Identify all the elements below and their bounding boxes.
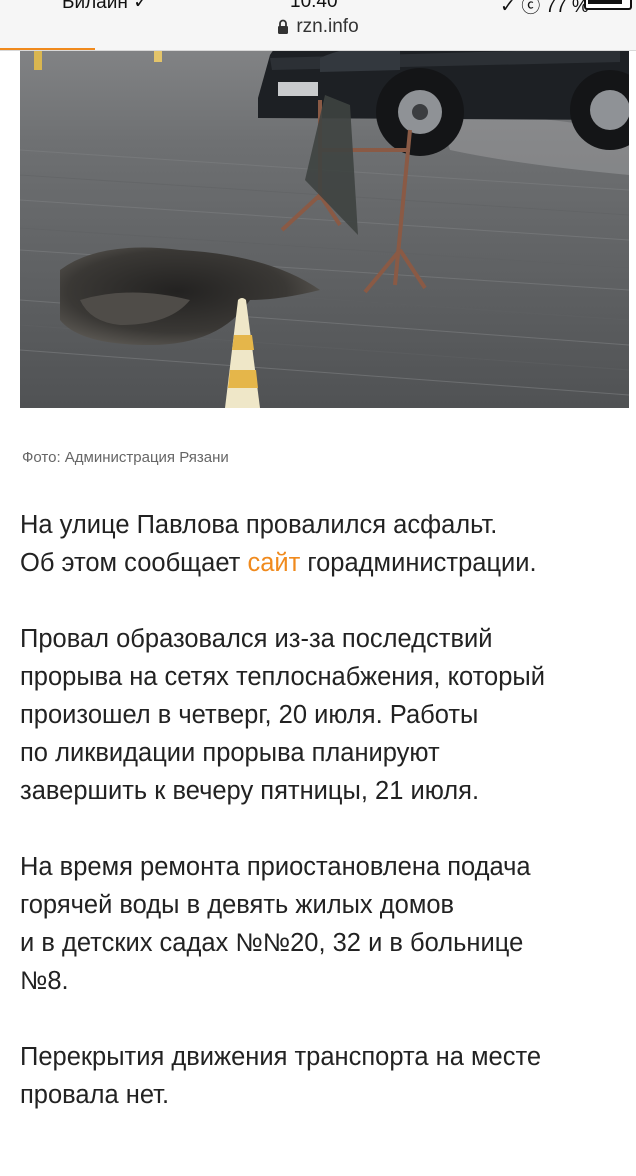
p4-line-2: провала нет. bbox=[20, 1081, 170, 1109]
article-paragraph-1: На улице Павлова провалился асфальт. Об … bbox=[20, 506, 620, 582]
article-paragraph-4: Перекрытия движения транспорта на месте … bbox=[20, 1038, 620, 1114]
article-photo bbox=[20, 0, 629, 408]
p2-line-3: произошел в четверг, 20 июля. Работы bbox=[20, 701, 479, 729]
p2-line-4: по ликвидации прорыва планируют bbox=[20, 739, 440, 767]
p4-line-1: Перекрытия движения транспорта на месте bbox=[20, 1043, 542, 1071]
status-time: 10:40 bbox=[290, 0, 338, 12]
lock-icon bbox=[277, 19, 289, 35]
p1-line-1: На улице Павлова провалился асфальт. bbox=[20, 511, 498, 539]
url-text[interactable]: rzn.info bbox=[296, 16, 358, 38]
battery-icon bbox=[584, 0, 632, 10]
p3-line-4: №8. bbox=[20, 967, 69, 995]
page-load-progress bbox=[0, 48, 96, 50]
source-site-link[interactable]: сайт bbox=[247, 549, 300, 577]
p1-line-2-prefix: Об этом сообщает bbox=[20, 549, 248, 577]
p1-line-2-suffix: горадминистрации. bbox=[300, 549, 537, 577]
article-body: На улице Павлова провалился асфальт. Об … bbox=[20, 506, 620, 1152]
p3-line-2: горячей воды в девять жилых домов bbox=[20, 891, 455, 919]
browser-top-bar: Билайн ✓ 10:40 ✓ ⓒ 77 % rzn.info bbox=[0, 0, 636, 51]
p2-line-5: завершить к вечеру пятницы, 21 июля. bbox=[20, 777, 480, 805]
article-paragraph-3: На время ремонта приостановлена подача г… bbox=[20, 848, 620, 1000]
address-bar[interactable]: rzn.info bbox=[0, 14, 636, 40]
p3-line-3: и в детских садах №№20, 32 и в больнице bbox=[20, 929, 524, 957]
p2-line-1: Провал образовался из-за последствий bbox=[20, 625, 493, 653]
photo-caption: Фото: Администрация Рязани bbox=[22, 449, 229, 466]
p3-line-1: На время ремонта приостановлена подача bbox=[20, 853, 531, 881]
p2-line-2: прорыва на сетях теплоснабжения, который bbox=[20, 663, 545, 691]
status-carrier: Билайн ✓ bbox=[62, 0, 150, 13]
article-paragraph-2: Провал образовался из-за последствий про… bbox=[20, 620, 620, 810]
